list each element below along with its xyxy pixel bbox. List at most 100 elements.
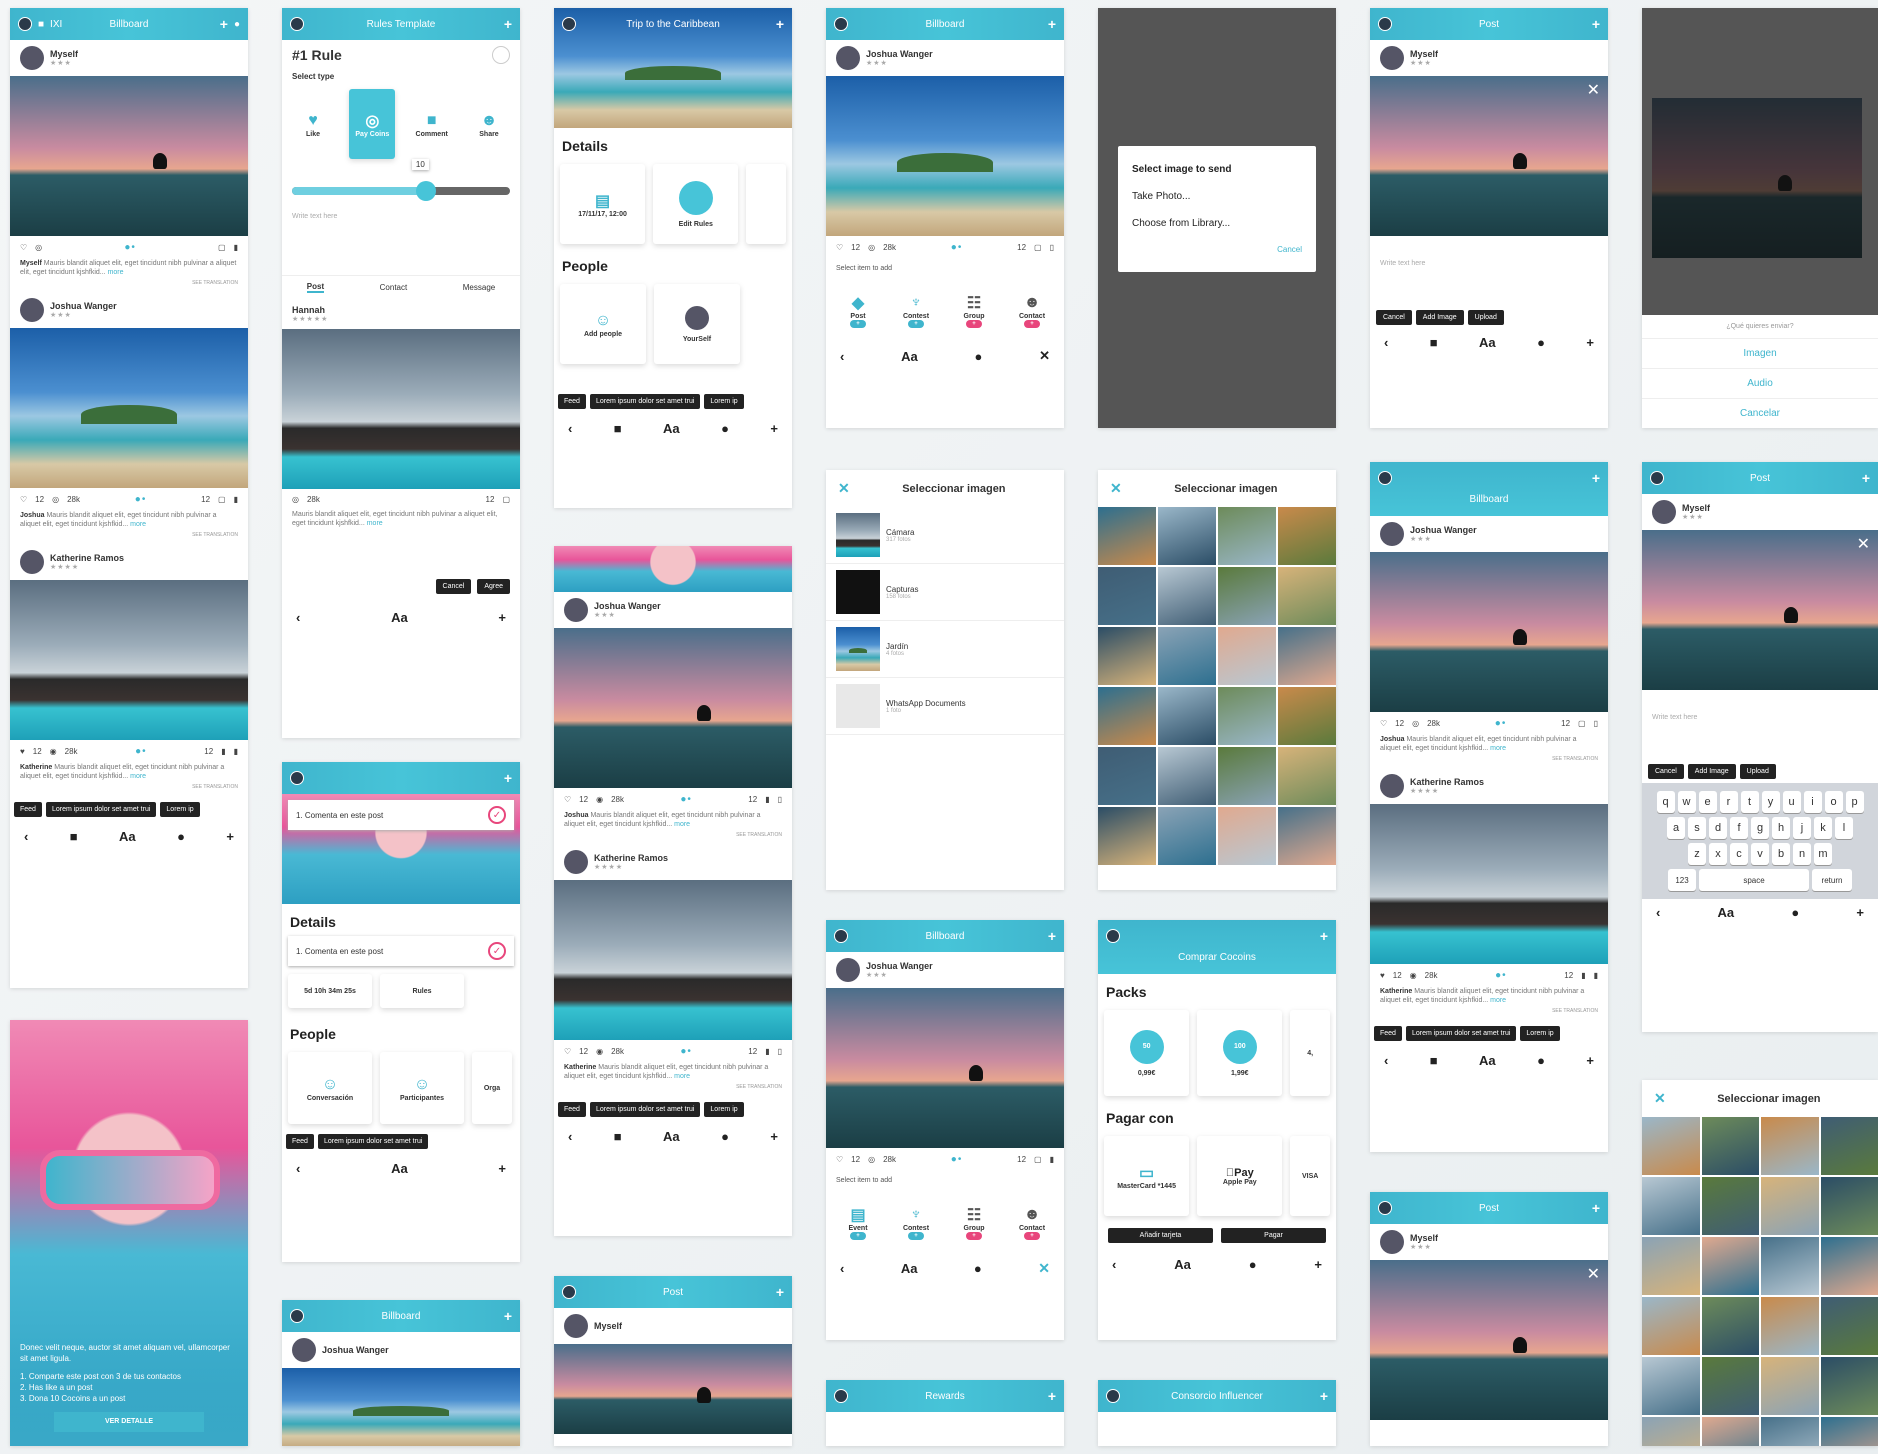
key-k[interactable]: k: [1814, 817, 1832, 839]
user-name[interactable]: Joshua Wanger: [866, 961, 933, 971]
plus-icon[interactable]: +: [498, 1161, 506, 1176]
photo-thumbnail[interactable]: [1098, 687, 1156, 745]
plus-icon[interactable]: +: [1592, 470, 1600, 486]
conversation-tile[interactable]: Conversación: [307, 1095, 353, 1102]
key-t[interactable]: t: [1740, 791, 1759, 813]
album-item[interactable]: Capturas 158 fotos: [826, 564, 1064, 621]
see-translation-link[interactable]: SEE TRANSLATION: [1370, 754, 1608, 768]
avatar[interactable]: [1106, 1389, 1120, 1403]
album-item[interactable]: Jardín 4 fotos: [826, 621, 1064, 678]
take-photo-option[interactable]: Take Photo...: [1132, 183, 1302, 210]
post-image[interactable]: [826, 988, 1064, 1148]
plus-icon[interactable]: +: [770, 421, 778, 436]
back-icon[interactable]: ‹: [296, 610, 300, 625]
user-avatar[interactable]: [564, 598, 588, 622]
user-name[interactable]: Katherine Ramos: [594, 853, 668, 863]
back-icon[interactable]: ‹: [568, 1129, 572, 1144]
key-z[interactable]: z: [1688, 843, 1706, 865]
mic-icon[interactable]: ●: [177, 829, 185, 844]
photo-thumbnail[interactable]: [1098, 747, 1156, 805]
tab-feed[interactable]: Feed: [286, 1134, 314, 1149]
avatar[interactable]: [290, 771, 304, 785]
key-x[interactable]: x: [1709, 843, 1727, 865]
user-name[interactable]: Joshua Wanger: [866, 49, 933, 59]
album-item[interactable]: Cámara 317 fotos: [826, 507, 1064, 564]
key-d[interactable]: d: [1709, 817, 1727, 839]
cancelar-button[interactable]: Cancelar: [1642, 399, 1878, 428]
key-u[interactable]: u: [1782, 791, 1801, 813]
photo-thumbnail[interactable]: [1098, 627, 1156, 685]
text-format-button[interactable]: Aa: [119, 829, 136, 844]
upload-button[interactable]: Upload: [1467, 310, 1504, 325]
coin-icon[interactable]: ◉: [596, 1047, 603, 1056]
ver-detalle-button[interactable]: VER DETALLE: [54, 1412, 204, 1432]
plus-icon[interactable]: +: [1320, 928, 1328, 944]
user-avatar[interactable]: [292, 1338, 316, 1362]
tab-feed[interactable]: Feed: [14, 801, 42, 817]
post-image[interactable]: [554, 1344, 792, 1434]
key-n[interactable]: n: [1793, 843, 1811, 865]
post-image[interactable]: [1370, 803, 1608, 964]
back-icon[interactable]: ‹: [568, 421, 572, 436]
key-i[interactable]: i: [1803, 791, 1822, 813]
mic-icon[interactable]: ●: [974, 349, 982, 364]
text-format-button[interactable]: Aa: [663, 1129, 680, 1144]
photo-thumbnail[interactable]: [1820, 1117, 1878, 1175]
comment-icon[interactable]: ▢: [218, 243, 226, 252]
photo-thumbnail[interactable]: [1158, 687, 1216, 745]
item-contest[interactable]: Contest: [903, 313, 929, 320]
plus-icon[interactable]: +: [776, 1284, 784, 1300]
bookmark-icon[interactable]: ▮: [1050, 1155, 1054, 1164]
user-avatar[interactable]: [20, 46, 44, 70]
user-avatar[interactable]: [1380, 46, 1404, 70]
key-numbers[interactable]: 123: [1668, 869, 1696, 891]
tab-message[interactable]: Message: [463, 283, 495, 292]
item-group[interactable]: Group: [964, 313, 985, 320]
yourself-tile[interactable]: YourSelf: [683, 336, 711, 343]
heart-icon[interactable]: ♥: [1380, 971, 1385, 980]
text-format-button[interactable]: Aa: [901, 1261, 918, 1276]
user-name[interactable]: Myself: [1410, 1233, 1438, 1243]
coin-icon[interactable]: ◎: [52, 495, 59, 504]
user-name[interactable]: Joshua Wanger: [1410, 525, 1477, 535]
key-g[interactable]: g: [1751, 817, 1769, 839]
tab-lorem[interactable]: Lorem ipsum dolor set amet trui: [317, 1134, 429, 1149]
post-image[interactable]: [282, 329, 520, 489]
photo-thumbnail[interactable]: [1761, 1297, 1819, 1355]
plus-icon[interactable]: +: [220, 16, 228, 32]
photo-thumbnail[interactable]: [1218, 507, 1276, 565]
see-translation-link[interactable]: SEE TRANSLATION: [554, 830, 792, 844]
plus-icon[interactable]: +: [1586, 1053, 1594, 1068]
photo-thumbnail[interactable]: [1642, 1417, 1700, 1446]
user-avatar[interactable]: [1380, 522, 1404, 546]
item-contact[interactable]: Contact: [1019, 1225, 1045, 1232]
coin-icon[interactable]: ◎: [868, 1155, 875, 1164]
photo-thumbnail[interactable]: [1820, 1357, 1878, 1415]
more-link[interactable]: more: [130, 773, 146, 780]
plus-icon[interactable]: +: [504, 770, 512, 786]
plus-icon[interactable]: +: [1586, 335, 1594, 350]
back-icon[interactable]: ‹: [1656, 905, 1660, 920]
photo-thumbnail[interactable]: [1642, 1117, 1700, 1175]
type-like[interactable]: Like: [306, 131, 320, 138]
photo-thumbnail[interactable]: [1761, 1177, 1819, 1235]
photo-thumbnail[interactable]: [1218, 807, 1276, 865]
back-icon[interactable]: ‹: [24, 829, 28, 844]
key-c[interactable]: c: [1730, 843, 1748, 865]
key-v[interactable]: v: [1751, 843, 1769, 865]
key-w[interactable]: w: [1677, 791, 1696, 813]
coins-icon[interactable]: ●: [234, 19, 240, 30]
photo-thumbnail[interactable]: [1098, 507, 1156, 565]
add-people-tile[interactable]: Add people: [584, 331, 622, 338]
item-event[interactable]: Event: [848, 1225, 867, 1232]
more-link[interactable]: more: [130, 521, 146, 528]
photo-thumbnail[interactable]: [1158, 507, 1216, 565]
see-translation-link[interactable]: SEE TRANSLATION: [10, 530, 248, 544]
back-icon[interactable]: ‹: [1112, 1257, 1116, 1272]
chat-icon[interactable]: ■: [1430, 1053, 1438, 1068]
plus-icon[interactable]: +: [770, 1129, 778, 1144]
coin-icon[interactable]: ◎: [35, 243, 42, 252]
chat-icon[interactable]: ■: [70, 829, 78, 844]
mastercard-option[interactable]: MasterCard *1445: [1117, 1183, 1176, 1190]
visa-option[interactable]: VISA: [1302, 1173, 1318, 1180]
